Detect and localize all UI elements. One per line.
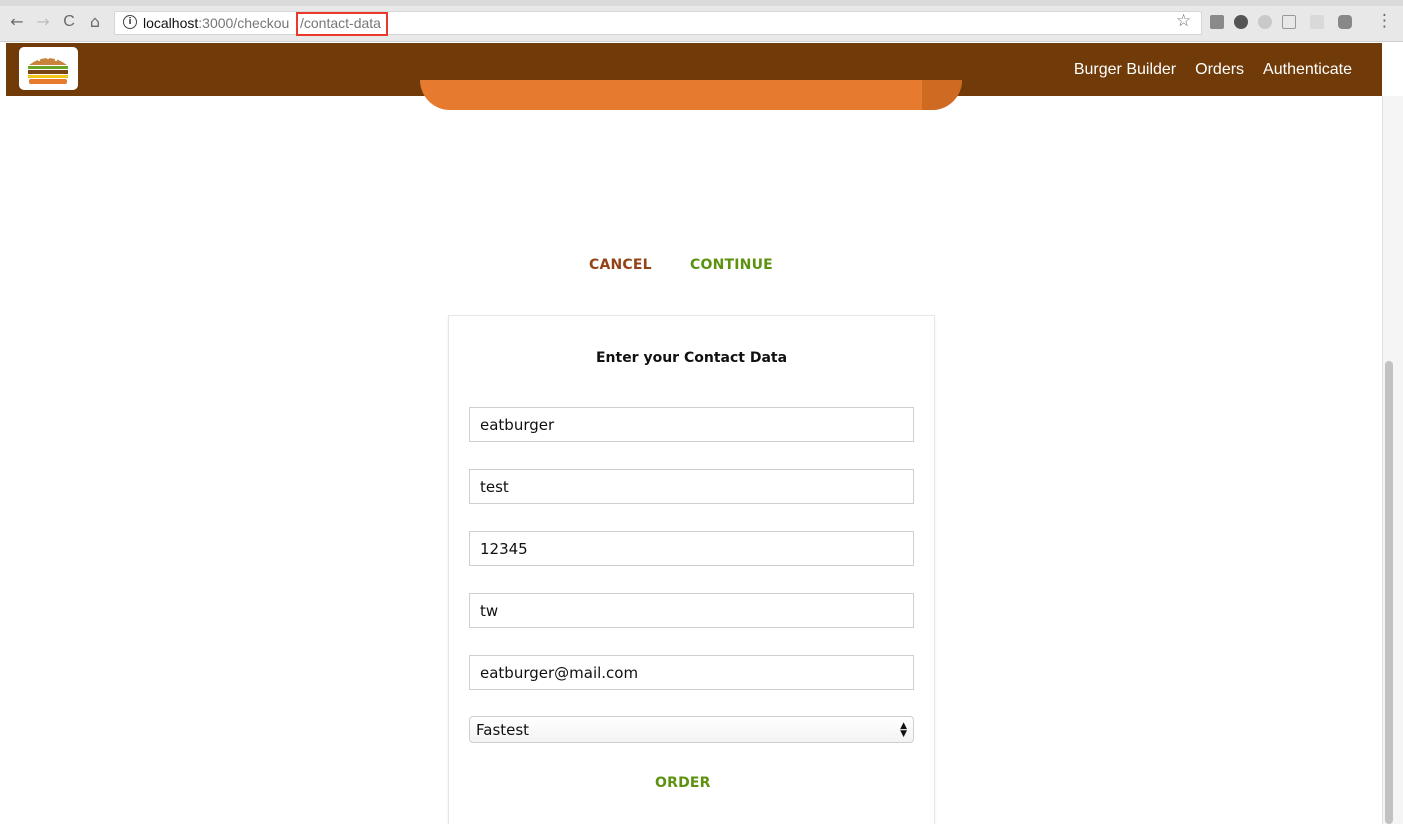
extension-ex-icon[interactable]	[1310, 15, 1324, 29]
select-arrows-icon: ▲ ▼	[900, 720, 907, 739]
back-icon[interactable]: ←	[8, 13, 26, 31]
burger-logo-icon[interactable]	[19, 47, 78, 90]
continue-button[interactable]: CONTINUE	[690, 257, 773, 273]
browser-menu-icon[interactable]: ⋮	[1376, 11, 1393, 31]
order-button[interactable]: ORDER	[655, 775, 711, 791]
extension-t-icon[interactable]	[1210, 15, 1224, 29]
url-highlight-text: /contact-data	[300, 15, 381, 31]
zip-code-field[interactable]	[469, 531, 914, 566]
name-field[interactable]	[469, 407, 914, 442]
contact-data-card: Enter your Contact Data Fastest ▲▼ ORDER	[448, 315, 935, 824]
forward-icon[interactable]: →	[34, 13, 52, 31]
url-text: localhost:3000/checkou	[143, 15, 290, 31]
extension-evernote-icon[interactable]	[1234, 15, 1248, 29]
nav-orders[interactable]: Orders	[1195, 61, 1244, 79]
reload-icon[interactable]: C	[60, 13, 78, 31]
bookmark-star-icon[interactable]: ☆	[1176, 11, 1191, 31]
nav-burger-builder[interactable]: Burger Builder	[1074, 61, 1176, 79]
extension-crosshair-icon[interactable]	[1282, 15, 1296, 29]
email-field[interactable]	[469, 655, 914, 690]
extension-chat-icon[interactable]	[1338, 15, 1352, 29]
url-highlight-box: /contact-data	[296, 12, 388, 36]
info-icon[interactable]: i	[123, 15, 137, 29]
address-bar[interactable]: i localhost:3000/checkou	[114, 11, 1202, 35]
burger-bottom-bun	[420, 80, 962, 110]
delivery-method-value: Fastest	[476, 720, 530, 739]
delivery-method-select[interactable]: Fastest ▲ ▼	[469, 716, 914, 743]
cancel-button[interactable]: CANCEL	[589, 257, 652, 273]
street-field[interactable]	[469, 469, 914, 504]
main-nav: Burger Builder Orders Authenticate	[1074, 43, 1352, 96]
contact-form-title: Enter your Contact Data	[595, 350, 788, 366]
nav-authenticate[interactable]: Authenticate	[1263, 61, 1352, 79]
scrollbar-thumb[interactable]	[1385, 361, 1393, 824]
home-icon[interactable]: ⌂	[86, 13, 104, 31]
country-field[interactable]	[469, 593, 914, 628]
extension-bug-icon[interactable]	[1258, 15, 1272, 29]
browser-toolbar: ← → C ⌂ i localhost:3000/checkou /contac…	[0, 0, 1403, 42]
